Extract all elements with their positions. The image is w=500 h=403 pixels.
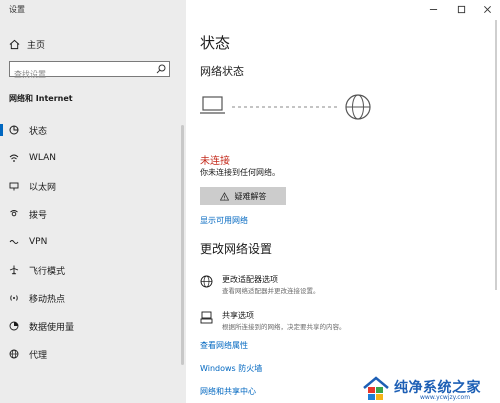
sidebar: 设置 主页 网络和 Internet 状态 WLAN 以太网 拨号 VPN 飞行… <box>0 0 186 403</box>
ethernet-icon <box>9 182 19 191</box>
network-status-heading: 网络状态 <box>200 65 244 78</box>
troubleshoot-label: 疑难解答 <box>234 191 267 201</box>
warning-icon <box>219 191 229 201</box>
sidebar-item-label: 代理 <box>29 350 48 361</box>
sidebar-item-status[interactable]: 状态 <box>0 119 186 141</box>
troubleshoot-button[interactable]: 疑难解答 <box>200 187 286 205</box>
sidebar-item-label: WLAN <box>29 153 57 163</box>
airplane-icon <box>9 265 19 275</box>
adapter-icon <box>200 275 213 288</box>
connection-status: 未连接 <box>200 156 230 167</box>
dialup-icon <box>10 210 18 217</box>
maximize-button[interactable] <box>448 0 474 18</box>
sidebar-item-label: 飞行模式 <box>29 266 66 277</box>
sidebar-item-hotspot[interactable]: 移动热点 <box>0 287 186 309</box>
search-input[interactable] <box>10 67 154 82</box>
section-title: 网络和 Internet <box>9 94 73 103</box>
main-scrollbar[interactable] <box>495 20 497 290</box>
status-icon <box>9 125 19 135</box>
close-button[interactable] <box>474 0 500 18</box>
home-label: 主页 <box>27 40 46 51</box>
minimize-button[interactable] <box>420 0 446 18</box>
watermark: 纯净系统之家 www.ycwjzy.com <box>362 376 498 402</box>
option-title: 更改适配器选项 <box>222 275 278 284</box>
data-usage-icon <box>9 321 19 331</box>
globe-icon <box>9 349 19 359</box>
internet-globe-icon <box>345 94 371 120</box>
connection-status-description: 你未连接到任何网络。 <box>200 168 280 177</box>
network-sharing-center-link[interactable]: 网络和共享中心 <box>200 386 256 397</box>
sidebar-item-label: 移动热点 <box>29 294 66 305</box>
sharing-icon <box>200 311 213 324</box>
minimize-icon <box>429 8 437 10</box>
close-icon <box>483 5 491 13</box>
window-title: 设置 <box>9 5 25 14</box>
change-network-settings-heading: 更改网络设置 <box>200 242 273 256</box>
page-title: 状态 <box>200 34 231 52</box>
change-adapter-options[interactable]: 更改适配器选项 查看网络适配器并更改连接设置。 <box>200 274 490 298</box>
pc-icon <box>200 96 225 114</box>
watermark-url: www.ycwjzy.com <box>420 394 471 401</box>
sidebar-item-dialup[interactable]: 拨号 <box>0 203 186 225</box>
sidebar-home[interactable]: 主页 <box>9 37 45 51</box>
sidebar-item-label: 状态 <box>29 126 48 137</box>
sharing-options[interactable]: 共享选项 根据所连接到的网络，决定要共享的内容。 <box>200 310 490 334</box>
sidebar-item-proxy[interactable]: 代理 <box>0 343 186 365</box>
sidebar-item-label: 数据使用量 <box>29 322 75 333</box>
maximize-icon <box>457 5 465 13</box>
sidebar-item-label: VPN <box>29 237 48 247</box>
sidebar-item-wlan[interactable]: WLAN <box>0 147 186 169</box>
sidebar-item-ethernet[interactable]: 以太网 <box>0 175 186 197</box>
hotspot-icon <box>10 295 18 301</box>
show-available-networks-link[interactable]: 显示可用网络 <box>200 215 248 226</box>
search-icon[interactable] <box>156 64 166 74</box>
sidebar-item-label: 以太网 <box>29 182 57 193</box>
search-box[interactable] <box>9 61 170 82</box>
option-title: 共享选项 <box>222 311 254 320</box>
sidebar-item-vpn[interactable]: VPN <box>0 231 186 253</box>
sidebar-item-airplane[interactable]: 飞行模式 <box>0 259 186 281</box>
sidebar-item-label: 拨号 <box>29 210 48 221</box>
sidebar-item-data-usage[interactable]: 数据使用量 <box>0 315 186 337</box>
sidebar-scrollbar[interactable] <box>181 125 184 365</box>
vpn-icon <box>9 240 19 244</box>
home-icon <box>9 39 20 49</box>
watermark-logo <box>363 376 389 400</box>
option-description: 根据所连接到的网络，决定要共享的内容。 <box>222 323 346 331</box>
windows-firewall-link[interactable]: Windows 防火墙 <box>200 363 262 374</box>
wifi-icon <box>9 154 19 162</box>
network-diagram <box>200 94 371 120</box>
view-network-properties-link[interactable]: 查看网络属性 <box>200 340 248 351</box>
option-description: 查看网络适配器并更改连接设置。 <box>222 287 320 295</box>
